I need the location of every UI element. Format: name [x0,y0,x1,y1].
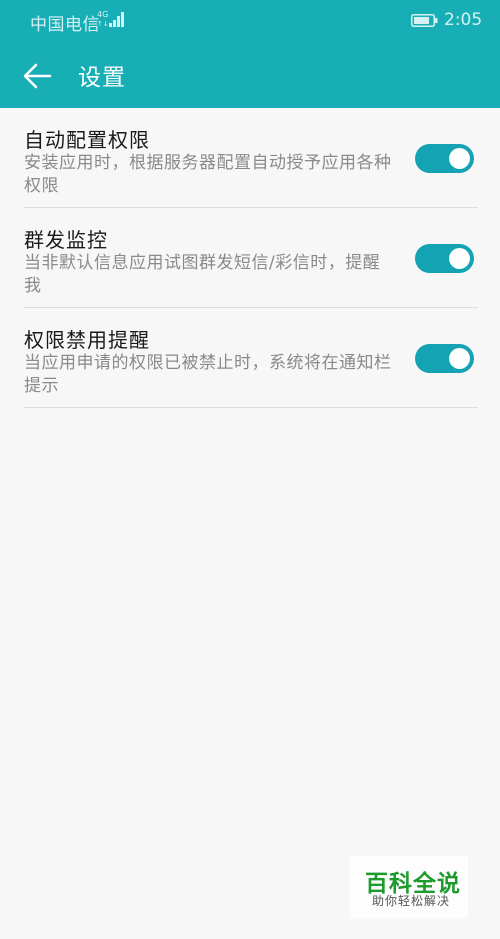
svg-text:↑↓: ↑↓ [97,20,109,28]
toolbar: 设置 [0,42,500,108]
status-bar: 中国电信 4G ↑↓ 2:05 [0,0,500,42]
toggle-knob [449,248,470,269]
setting-description: 当应用申请的权限已被禁止时，系统将在通知栏提示 [24,353,392,396]
setting-title: 自动配置权限 [24,128,150,152]
divider [24,407,478,408]
setting-permission-disabled-reminder[interactable]: 权限禁用提醒 当应用申请的权限已被禁止时，系统将在通知栏提示 [0,308,500,408]
setting-description: 当非默认信息应用试图群发短信/彩信时，提醒我 [24,253,381,296]
carrier-label: 中国电信 [30,15,100,35]
network-type-label: 4G [97,10,108,19]
status-time: 2:05 [444,10,483,30]
watermark-logo: 百科全说 助你轻松解决 [350,856,468,918]
toggle-knob [449,148,470,169]
settings-list: 自动配置权限 安装应用时，根据服务器配置自动授予应用各种权限 群发监控 当非默认… [0,108,500,408]
permission-disabled-reminder-toggle[interactable] [415,344,474,373]
auto-permission-toggle[interactable] [415,144,474,173]
watermark-subtitle: 助你轻松解决 [372,894,451,908]
back-button[interactable] [18,56,58,96]
setting-mass-sms-monitor[interactable]: 群发监控 当非默认信息应用试图群发短信/彩信时，提醒我 [0,208,500,308]
setting-description: 安装应用时，根据服务器配置自动授予应用各种权限 [24,153,392,196]
page-title: 设置 [78,65,126,91]
signal-icon: 4G ↑↓ [97,10,124,28]
battery-icon [411,14,438,27]
setting-title: 权限禁用提醒 [24,328,150,352]
mass-sms-monitor-toggle[interactable] [415,244,474,273]
setting-auto-permission[interactable]: 自动配置权限 安装应用时，根据服务器配置自动授予应用各种权限 [0,108,500,208]
toggle-knob [449,348,470,369]
setting-title: 群发监控 [24,228,108,252]
app-bar: 中国电信 4G ↑↓ 2:05 设置 [0,0,500,108]
settings-screen: 中国电信 4G ↑↓ 2:05 设置 自动配置权限 安装应用时，根据服务器配置自… [0,0,500,939]
back-arrow-icon [23,63,52,89]
